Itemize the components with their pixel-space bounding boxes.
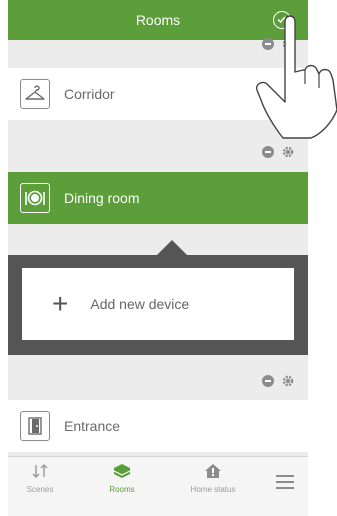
room-label: Entrance bbox=[64, 418, 121, 434]
menu-icon[interactable] bbox=[276, 475, 294, 489]
tab-label: Home status bbox=[190, 485, 236, 494]
tab-home-status[interactable]: Home status bbox=[183, 463, 243, 494]
pointing-hand-icon bbox=[255, 15, 337, 139]
hanger-icon bbox=[20, 79, 50, 109]
rooms-icon bbox=[113, 464, 131, 478]
room-actions-strip bbox=[8, 355, 308, 400]
tab-label: Scenes bbox=[26, 485, 54, 494]
settings-gear-icon[interactable] bbox=[282, 375, 294, 387]
add-device-button[interactable]: + Add new device bbox=[22, 268, 294, 340]
tab-label: Rooms bbox=[109, 485, 135, 494]
room-actions bbox=[262, 146, 294, 158]
room-label: Dining room bbox=[64, 190, 140, 206]
remove-room-icon[interactable] bbox=[262, 146, 274, 158]
tab-rooms[interactable]: Rooms bbox=[92, 463, 152, 494]
remove-room-icon[interactable] bbox=[262, 375, 274, 387]
panel-pointer bbox=[156, 240, 188, 256]
tab-scenes[interactable]: Scenes bbox=[10, 463, 70, 494]
plate-cutlery-icon bbox=[20, 183, 50, 213]
room-actions bbox=[262, 375, 294, 387]
home-status-icon bbox=[205, 464, 221, 478]
plus-icon: + bbox=[52, 288, 69, 319]
door-icon bbox=[20, 411, 50, 441]
room-row-dining-room[interactable]: Dining room bbox=[8, 172, 308, 224]
room-row-entrance[interactable]: Entrance bbox=[8, 400, 308, 452]
add-device-label: Add new device bbox=[90, 296, 190, 312]
bottom-nav: Scenes Rooms Home status bbox=[8, 456, 308, 516]
scenes-icon bbox=[32, 464, 48, 478]
room-label: Corridor bbox=[64, 86, 115, 102]
devices-panel: + Add new device bbox=[8, 255, 308, 355]
settings-gear-icon[interactable] bbox=[282, 146, 294, 158]
